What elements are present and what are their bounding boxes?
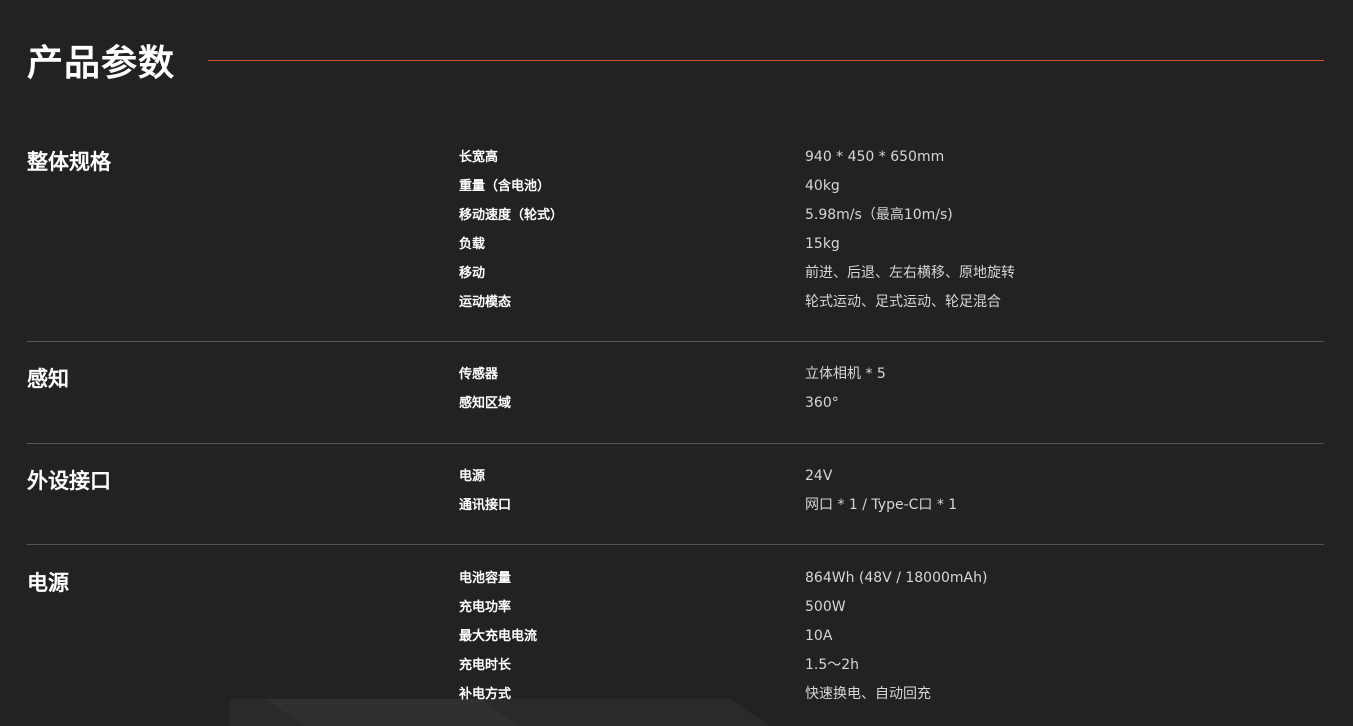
spec-label: 电源 [459, 469, 486, 484]
spec-value: 1.5～2h [805, 657, 860, 673]
spec-row: 长宽高 940 * 450 * 650mm [27, 143, 1324, 172]
spec-list: 传感器 立体相机 * 5 感知区域 360° [27, 360, 1324, 418]
spec-label: 运动模态 [459, 295, 512, 310]
spec-value: 轮式运动、足式运动、轮足混合 [805, 294, 1001, 310]
spec-row: 重量（含电池） 40kg [27, 172, 1324, 201]
spec-row: 负载 15kg [27, 230, 1324, 259]
spec-value: 网口 * 1 / Type-C口 * 1 [805, 497, 958, 513]
section-peripheral-interfaces: 外设接口 电源 24V 通讯接口 网口 * 1 / Type-C口 * 1 [27, 462, 1324, 522]
title-accent-line [208, 60, 1324, 61]
spec-row: 移动 前进、后退、左右横移、原地旋转 [27, 259, 1324, 288]
spec-value: 500W [805, 599, 846, 615]
spec-label: 移动速度（轮式） [459, 208, 564, 223]
spec-row: 传感器 立体相机 * 5 [27, 360, 1324, 389]
spec-value: 快速换电、自动回充 [805, 686, 931, 702]
section-divider [27, 443, 1324, 444]
spec-label: 重量（含电池） [459, 179, 551, 194]
spec-value: 立体相机 * 5 [805, 366, 886, 382]
spec-label: 通讯接口 [459, 498, 512, 513]
spec-value: 940 * 450 * 650mm [805, 149, 945, 165]
spec-label: 补电方式 [459, 687, 512, 702]
page-header: 产品参数 [27, 38, 1324, 90]
spec-label: 最大充电电流 [459, 629, 538, 644]
spec-label: 充电功率 [459, 600, 512, 615]
page-title: 产品参数 [27, 43, 176, 84]
spec-list: 电池容量 864Wh (48V / 18000mAh) 充电功率 500W 最大… [27, 564, 1324, 709]
spec-label: 移动 [459, 266, 486, 281]
spec-row: 电源 24V [27, 462, 1324, 491]
section-divider [27, 544, 1324, 545]
spec-value: 360° [805, 395, 839, 411]
spec-list: 长宽高 940 * 450 * 650mm 重量（含电池） 40kg 移动速度（… [27, 143, 1324, 317]
spec-row: 最大充电电流 10A [27, 622, 1324, 651]
section-overall-specs: 整体规格 长宽高 940 * 450 * 650mm 重量（含电池） 40kg … [27, 143, 1324, 323]
spec-row: 充电功率 500W [27, 593, 1324, 622]
spec-label: 感知区域 [459, 396, 512, 411]
spec-value: 40kg [805, 178, 840, 194]
spec-label: 传感器 [459, 367, 499, 382]
spec-row: 通讯接口 网口 * 1 / Type-C口 * 1 [27, 491, 1324, 520]
spec-label: 负载 [459, 237, 486, 252]
section-divider [27, 341, 1324, 342]
spec-row: 运动模态 轮式运动、足式运动、轮足混合 [27, 288, 1324, 317]
spec-label: 充电时长 [459, 658, 512, 673]
spec-label: 长宽高 [459, 150, 499, 165]
spec-row: 补电方式 快速换电、自动回充 [27, 680, 1324, 709]
spec-value: 前进、后退、左右横移、原地旋转 [805, 265, 1015, 281]
spec-label: 电池容量 [459, 571, 512, 586]
section-perception: 感知 传感器 立体相机 * 5 感知区域 360° [27, 360, 1324, 420]
spec-row: 移动速度（轮式） 5.98m/s（最高10m/s) [27, 201, 1324, 230]
spec-row: 充电时长 1.5～2h [27, 651, 1324, 680]
spec-row: 电池容量 864Wh (48V / 18000mAh) [27, 564, 1324, 593]
spec-list: 电源 24V 通讯接口 网口 * 1 / Type-C口 * 1 [27, 462, 1324, 520]
spec-row: 感知区域 360° [27, 389, 1324, 418]
spec-value: 24V [805, 468, 833, 484]
spec-value: 5.98m/s（最高10m/s) [805, 207, 953, 223]
spec-value: 15kg [805, 236, 840, 252]
section-power: 电源 电池容量 864Wh (48V / 18000mAh) 充电功率 500W… [27, 564, 1324, 714]
spec-value: 10A [805, 628, 833, 644]
spec-value: 864Wh (48V / 18000mAh) [805, 570, 988, 586]
